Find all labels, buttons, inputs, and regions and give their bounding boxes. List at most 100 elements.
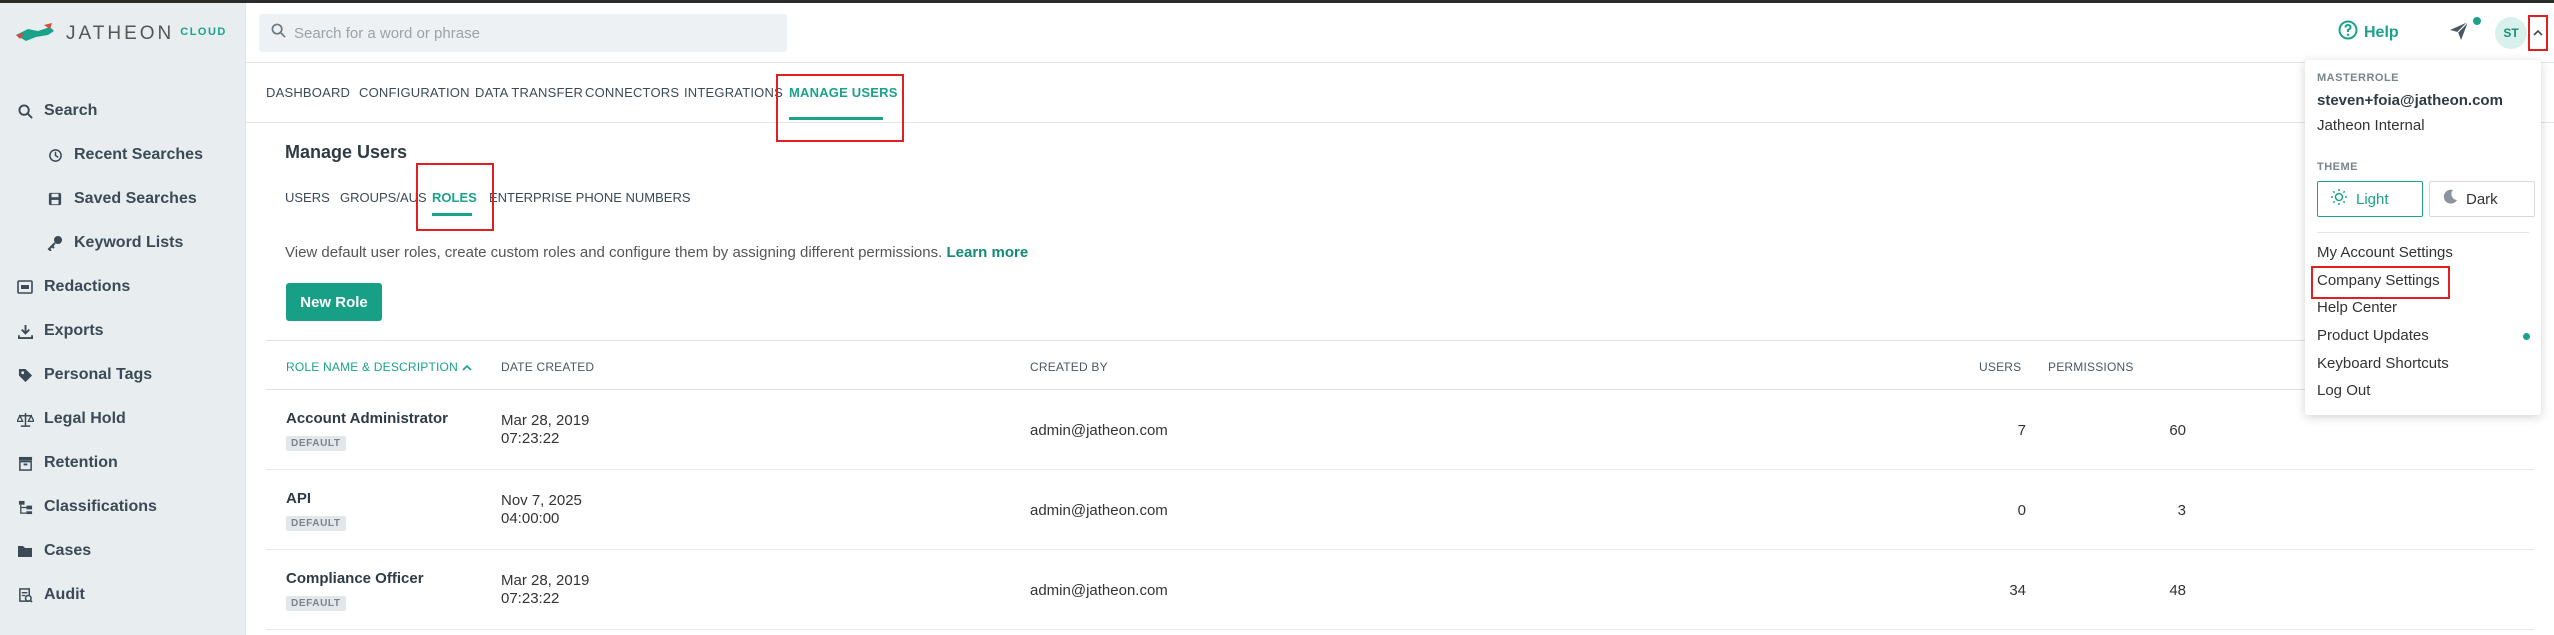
created-by: admin@jatheon.com (1030, 582, 1168, 599)
theme-dark-button[interactable]: Dark (2429, 181, 2535, 217)
help-button[interactable]: Help (2338, 20, 2399, 45)
sidebar-item-label: Cases (44, 542, 92, 559)
folder-icon (16, 542, 34, 560)
role-name: Compliance Officer (286, 570, 424, 587)
table-row[interactable]: API DEFAULT Nov 7, 2025 04:00:00 admin@ja… (266, 470, 2534, 550)
theme-dark-label: Dark (2466, 190, 2498, 208)
account-email: steven+foia@jatheon.com (2317, 92, 2503, 109)
dropdown-divider (2317, 232, 2529, 233)
notification-dot (2473, 17, 2481, 25)
header-created-by[interactable]: CREATED BY (1030, 360, 1108, 374)
sidebar-item-label: Legal Hold (44, 410, 126, 427)
time-value: 07:23:22 (501, 590, 560, 607)
search-icon (271, 23, 286, 43)
sidebar-item-classifications[interactable]: Classifications (0, 485, 246, 529)
sidebar-item-label: Classifications (44, 498, 157, 515)
sidebar-item-label: Recent Searches (74, 146, 203, 163)
main-tabs: DASHBOARD CONFIGURATION DATA TRANSFER CO… (246, 63, 2554, 123)
header-date-created[interactable]: DATE CREATED (501, 360, 594, 374)
redaction-icon (16, 278, 34, 296)
tab-data-transfer[interactable]: DATA TRANSFER (475, 85, 583, 100)
time-value: 04:00:00 (501, 510, 560, 527)
audit-icon (16, 586, 34, 604)
created-by: admin@jatheon.com (1030, 422, 1168, 439)
help-icon (2338, 20, 2358, 45)
date-created: Mar 28, 2019 07:23:22 (501, 412, 589, 448)
roles-table: ROLE NAME & DESCRIPTION DATE CREATED CRE… (266, 340, 2534, 630)
sidebar-item-label: Exports (44, 322, 104, 339)
chevron-up-icon (2533, 24, 2543, 42)
theme-label: THEME (2317, 161, 2358, 173)
description-text: View default user roles, create custom r… (285, 244, 943, 261)
time-value: 07:23:22 (501, 430, 560, 447)
sidebar-item-audit[interactable]: Audit (0, 573, 246, 617)
sidebar-item-recent-searches[interactable]: Recent Searches (0, 133, 246, 177)
subtab-groups[interactable]: GROUPS/AUS (340, 190, 427, 205)
menu-item-log-out[interactable]: Log Out (2317, 382, 2370, 399)
sidebar-item-cases[interactable]: Cases (0, 529, 246, 573)
search-icon (16, 102, 34, 120)
sidebar-item-exports[interactable]: Exports (0, 309, 246, 353)
highlight-manage-users (776, 74, 904, 142)
permissions-count: 48 (2169, 582, 2186, 599)
sidebar-item-label: Personal Tags (44, 366, 153, 383)
sidebar-item-legal-hold[interactable]: Legal Hold (0, 397, 246, 441)
tab-integrations[interactable]: INTEGRATIONS (684, 85, 783, 100)
help-label: Help (2364, 23, 2399, 41)
avatar[interactable]: ST (2495, 17, 2527, 49)
date-created: Mar 28, 2019 07:23:22 (501, 572, 589, 608)
logo[interactable]: JATHEON CLOUD (14, 21, 227, 47)
sidebar-item-label: Retention (44, 454, 118, 471)
tab-configuration[interactable]: CONFIGURATION (359, 85, 470, 100)
page-title: Manage Users (285, 142, 408, 162)
sidebar-item-keyword-lists[interactable]: Keyword Lists (0, 221, 246, 265)
sidebar-item-saved-searches[interactable]: Saved Searches (0, 177, 246, 221)
theme-light-label: Light (2356, 190, 2389, 208)
users-count: 34 (2009, 582, 2026, 599)
default-badge: DEFAULT (286, 516, 346, 531)
sidebar-nav: Search Recent Searches Saved Searches Ke… (0, 89, 246, 617)
account-dropdown: MASTERROLE steven+foia@jatheon.com Jathe… (2305, 60, 2541, 415)
table-row[interactable]: Compliance Officer DEFAULT Mar 28, 2019 0… (266, 550, 2534, 630)
permissions-count: 3 (2177, 502, 2186, 519)
menu-item-keyboard-shortcuts[interactable]: Keyboard Shortcuts (2317, 355, 2449, 372)
search-box[interactable] (259, 14, 787, 52)
highlight-roles (416, 163, 494, 231)
menu-item-product-updates[interactable]: Product Updates (2317, 327, 2429, 344)
date-value: Mar 28, 2019 (501, 412, 590, 429)
sidebar-item-search[interactable]: Search (0, 89, 246, 133)
account-menu-toggle[interactable] (2528, 15, 2548, 51)
default-badge: DEFAULT (286, 436, 346, 451)
send-icon[interactable] (2448, 20, 2470, 47)
header-role-name[interactable]: ROLE NAME & DESCRIPTION (286, 360, 472, 374)
header-role-name-label: ROLE NAME & DESCRIPTION (286, 360, 458, 374)
tab-dashboard[interactable]: DASHBOARD (266, 85, 350, 100)
created-by: admin@jatheon.com (1030, 502, 1168, 519)
new-role-button[interactable]: New Role (286, 283, 382, 321)
subtab-enterprise-phone-numbers[interactable]: ENTERPRISE PHONE NUMBERS (489, 190, 691, 205)
sidebar-item-label: Saved Searches (74, 190, 197, 207)
sidebar-item-retention[interactable]: Retention (0, 441, 246, 485)
header-users[interactable]: USERS (1979, 360, 2021, 374)
header-permissions[interactable]: PERMISSIONS (2048, 360, 2134, 374)
search-input[interactable] (294, 24, 754, 42)
sidebar: JATHEON CLOUD Search Recent Searches Sav… (0, 3, 246, 635)
export-icon (16, 322, 34, 340)
tag-icon (16, 366, 34, 384)
learn-more-link[interactable]: Learn more (946, 244, 1028, 261)
role-label: MASTERROLE (2317, 72, 2399, 84)
subtab-users[interactable]: USERS (285, 190, 330, 205)
sidebar-item-label: Keyword Lists (74, 234, 184, 251)
menu-item-my-account-settings[interactable]: My Account Settings (2317, 244, 2453, 261)
menu-item-help-center[interactable]: Help Center (2317, 299, 2397, 316)
logo-cloud: CLOUD (180, 26, 227, 38)
product-updates-dot (2523, 333, 2530, 340)
theme-light-button[interactable]: Light (2317, 181, 2423, 217)
highlight-company-settings (2311, 266, 2450, 299)
tab-connectors[interactable]: CONNECTORS (585, 85, 679, 100)
sidebar-item-redactions[interactable]: Redactions (0, 265, 246, 309)
sidebar-item-personal-tags[interactable]: Personal Tags (0, 353, 246, 397)
table-row[interactable]: Account Administrator DEFAULT Mar 28, 20… (266, 390, 2534, 470)
permissions-count: 60 (2169, 422, 2186, 439)
key-icon (46, 234, 64, 252)
